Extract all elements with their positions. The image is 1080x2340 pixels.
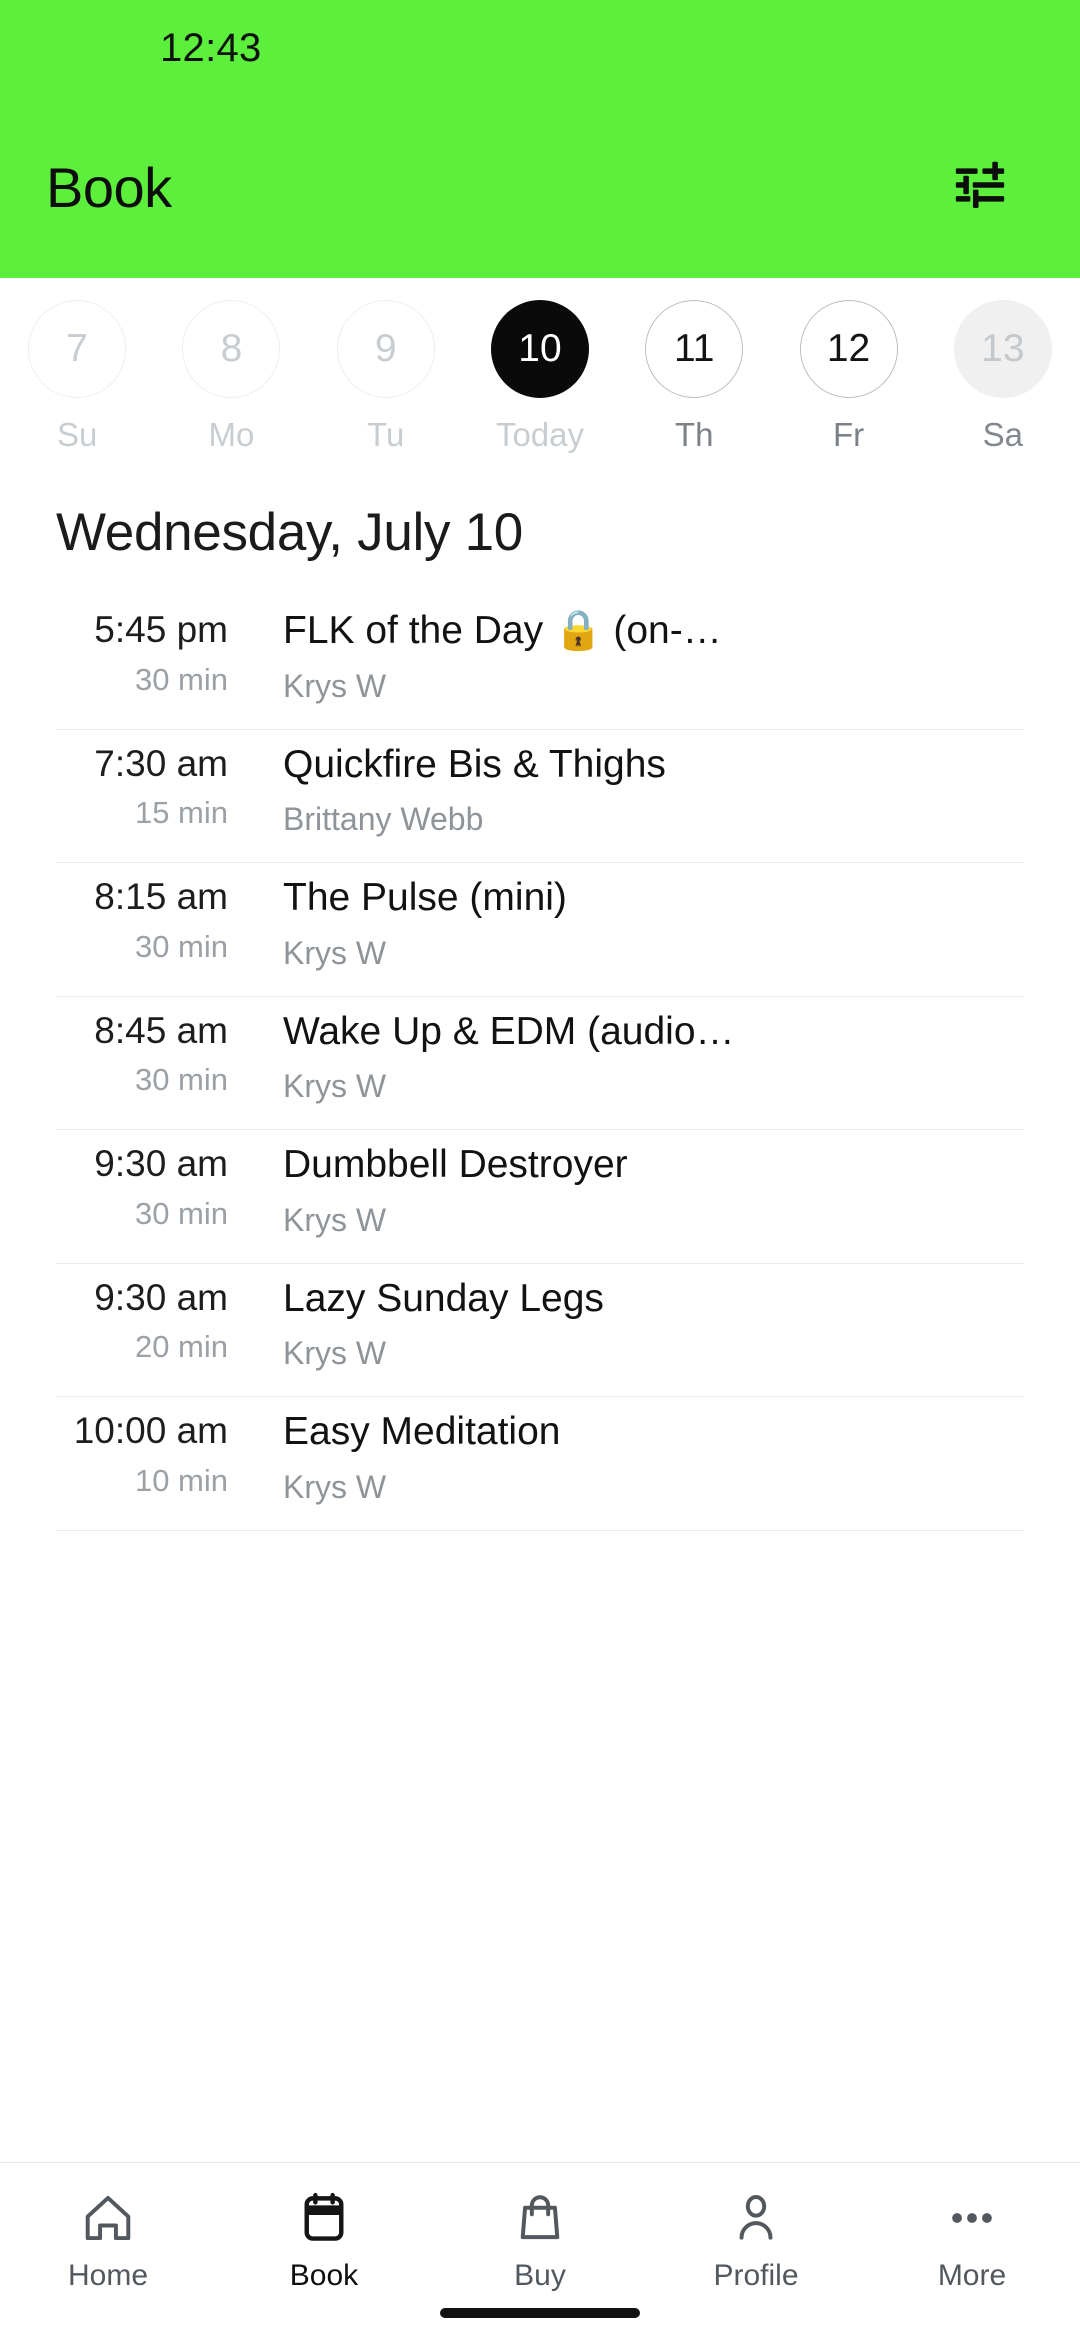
date-weekday-label: Sa — [982, 416, 1024, 453]
nav-label-more: More — [937, 2259, 1007, 2292]
nav-item-home[interactable]: Home — [0, 2187, 216, 2293]
class-title: FLK of the Day 🔒 (on-dem… — [283, 610, 743, 652]
calendar-icon — [296, 2187, 352, 2249]
class-duration: 15 min — [134, 795, 228, 831]
class-info-block: FLK of the Day 🔒 (on-dem… Krys W — [228, 610, 1024, 704]
nav-label-book: Book — [289, 2259, 359, 2292]
date-number: 9 — [336, 300, 435, 398]
date-weekday-label: Su — [56, 416, 98, 453]
class-info-block: Dumbbell Destroyer Krys W — [228, 1144, 1024, 1238]
class-time-block: 9:30 am 30 min — [56, 1143, 228, 1231]
class-row[interactable]: 5:45 pm 30 min FLK of the Day 🔒 (on-dem…… — [56, 596, 1024, 730]
class-start-time: 5:45 pm — [94, 609, 228, 650]
class-info-block: Easy Meditation Krys W — [228, 1411, 1024, 1505]
class-start-time: 9:30 am — [94, 1143, 228, 1184]
class-row[interactable]: 10:00 am 10 min Easy Meditation Krys W — [56, 1397, 1024, 1531]
class-start-time: 8:15 am — [94, 876, 228, 917]
class-title: The Pulse (mini) — [283, 877, 567, 919]
date-number: 10 — [490, 300, 589, 398]
class-instructor: Krys W — [283, 1335, 387, 1372]
class-title: Quickfire Bis & Thighs — [283, 743, 666, 786]
app-bar: Book — [0, 96, 1080, 278]
class-start-time: 8:45 am — [94, 1009, 228, 1051]
class-time-block: 9:30 am 20 min — [56, 1276, 228, 1365]
class-instructor: Krys W — [283, 667, 387, 704]
class-list[interactable]: 5:45 pm 30 min FLK of the Day 🔒 (on-dem…… — [0, 596, 1080, 2162]
date-cell-2[interactable]: 9 Tu — [309, 300, 463, 454]
class-row[interactable]: 8:15 am 30 min The Pulse (mini) Krys W — [56, 863, 1024, 997]
class-time-block: 10:00 am 10 min — [56, 1410, 228, 1498]
date-number: 11 — [645, 300, 744, 398]
date-cell-1[interactable]: 8 Mo — [154, 300, 308, 454]
date-cell-3-selected[interactable]: 10 Today — [463, 300, 617, 454]
class-instructor: Krys W — [283, 1468, 387, 1505]
date-selector-strip[interactable]: 7 Su 8 Mo 9 Tu 10 Today 11 Th 12 Fr 13 S… — [0, 278, 1080, 468]
bag-icon — [512, 2187, 568, 2249]
class-instructor: Krys W — [283, 1068, 387, 1105]
page-title: Book — [46, 155, 172, 219]
class-info-block: Lazy Sunday Legs Krys W — [228, 1278, 1024, 1372]
date-weekday-label: Tu — [367, 416, 405, 453]
tune-filter-icon — [951, 156, 1009, 219]
nav-item-more[interactable]: More — [864, 2187, 1080, 2293]
home-indicator — [440, 2308, 640, 2318]
date-weekday-label: Today — [495, 416, 585, 453]
nav-label-home: Home — [67, 2259, 149, 2292]
class-start-time: 7:30 am — [94, 742, 228, 784]
date-weekday-label: Th — [675, 416, 714, 453]
filter-button[interactable] — [942, 149, 1018, 225]
class-duration: 30 min — [134, 1195, 228, 1231]
date-number: 7 — [28, 300, 127, 398]
book-screen: 12:43 Book 7 Su 8 Mo 9 Tu 10 Today 11 Th… — [0, 0, 1080, 2340]
class-start-time: 9:30 am — [94, 1276, 228, 1318]
class-row[interactable]: 9:30 am 30 min Dumbbell Destroyer Krys W — [56, 1130, 1024, 1264]
nav-item-book[interactable]: Book — [216, 2187, 432, 2293]
date-number: 13 — [953, 300, 1052, 398]
class-time-block: 8:45 am 30 min — [56, 1009, 228, 1098]
class-title: Lazy Sunday Legs — [283, 1277, 604, 1320]
date-cell-4[interactable]: 11 Th — [617, 300, 771, 454]
class-row[interactable]: 9:30 am 20 min Lazy Sunday Legs Krys W — [56, 1264, 1024, 1397]
class-instructor: Krys W — [283, 934, 387, 971]
class-time-block: 7:30 am 15 min — [56, 742, 228, 831]
date-number: 12 — [799, 300, 898, 398]
nav-label-buy: Buy — [514, 2259, 566, 2292]
class-duration: 20 min — [134, 1329, 228, 1365]
class-info-block: Wake Up & EDM (audio-… Krys W — [228, 1011, 1024, 1105]
class-instructor: Brittany Webb — [283, 801, 484, 838]
nav-label-profile: Profile — [713, 2259, 799, 2292]
class-duration: 30 min — [134, 661, 228, 697]
class-instructor: Krys W — [283, 1201, 387, 1238]
home-icon — [80, 2187, 136, 2249]
status-bar: 12:43 — [0, 0, 1080, 96]
class-time-block: 5:45 pm 30 min — [56, 609, 228, 697]
nav-item-profile[interactable]: Profile — [648, 2187, 864, 2293]
date-number: 8 — [182, 300, 281, 398]
class-row[interactable]: 7:30 am 15 min Quickfire Bis & Thighs Br… — [56, 730, 1024, 863]
class-title: Wake Up & EDM (audio-… — [283, 1010, 743, 1053]
date-cell-6[interactable]: 13 Sa — [926, 300, 1080, 454]
nav-item-buy[interactable]: Buy — [432, 2187, 648, 2293]
class-start-time: 10:00 am — [73, 1410, 228, 1451]
class-info-block: The Pulse (mini) Krys W — [228, 877, 1024, 971]
class-row[interactable]: 8:45 am 30 min Wake Up & EDM (audio-… Kr… — [56, 997, 1024, 1130]
day-heading: Wednesday, July 10 — [56, 502, 523, 562]
date-cell-0[interactable]: 7 Su — [0, 300, 154, 454]
class-title: Dumbbell Destroyer — [283, 1144, 628, 1186]
class-time-block: 8:15 am 30 min — [56, 876, 228, 964]
app-header: 12:43 Book — [0, 0, 1080, 278]
date-weekday-label: Fr — [832, 416, 865, 453]
person-icon — [728, 2187, 784, 2249]
class-duration: 10 min — [134, 1462, 228, 1498]
class-duration: 30 min — [134, 928, 228, 964]
status-bar-clock: 12:43 — [160, 25, 262, 70]
class-title: Easy Meditation — [283, 1411, 561, 1453]
ellipsis-icon — [944, 2187, 1000, 2249]
date-weekday-label: Mo — [208, 416, 255, 453]
class-info-block: Quickfire Bis & Thighs Brittany Webb — [228, 744, 1024, 838]
class-duration: 30 min — [134, 1062, 228, 1098]
date-cell-5[interactable]: 12 Fr — [771, 300, 925, 454]
